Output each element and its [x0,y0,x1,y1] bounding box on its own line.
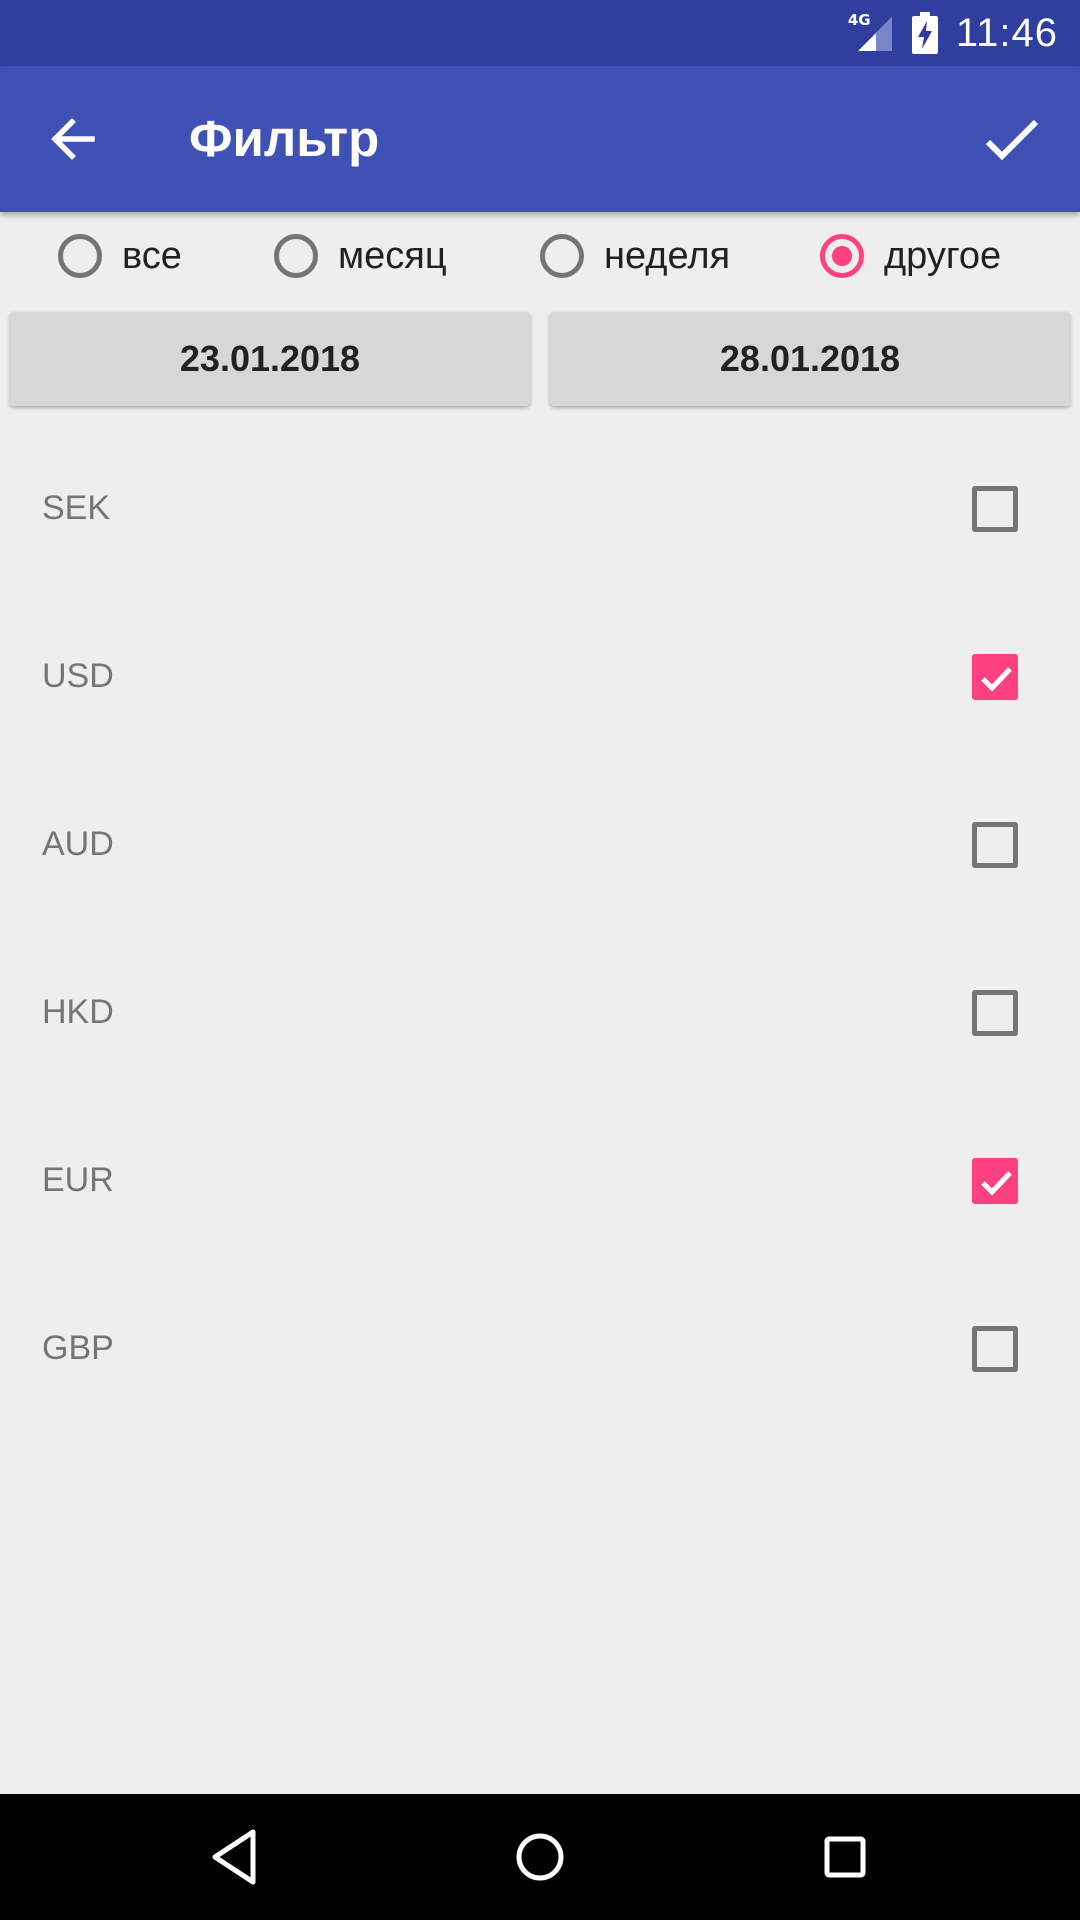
period-radio-group: все месяц неделя другое [0,212,1080,300]
radio-option-week[interactable]: неделя [540,212,730,300]
radio-option-other[interactable]: другое [820,212,1001,300]
radio-button-selected[interactable] [820,234,864,278]
status-time: 11:46 [955,10,1058,55]
currency-row-eur[interactable]: EUR [0,1096,1080,1264]
confirm-button[interactable] [982,112,1042,168]
navigation-bar [0,1794,1080,1920]
radio-button[interactable] [58,234,102,278]
nav-back-button[interactable] [202,1824,268,1890]
check-icon [981,1171,1012,1196]
status-bar: 4G 11:46 [0,0,1080,66]
nav-recents-button[interactable] [812,1824,878,1890]
currency-checkbox[interactable] [972,654,1018,700]
currency-checkbox[interactable] [972,822,1018,868]
currency-label: EUR [42,1161,114,1199]
radio-button[interactable] [540,234,584,278]
battery-charging-icon [911,12,938,54]
currency-checkbox[interactable] [972,1158,1018,1204]
radio-option-all[interactable]: все [58,212,182,300]
back-button[interactable] [44,110,102,168]
radio-label: другое [884,234,1002,277]
arrow-back-icon [51,118,95,160]
currency-label: USD [42,657,114,695]
check-icon [981,667,1012,692]
currency-label: AUD [42,825,114,863]
currency-checkbox[interactable] [972,990,1018,1036]
home-circle-icon [516,1833,564,1881]
radio-button[interactable] [274,234,318,278]
radio-label: все [122,234,182,277]
currency-checkbox[interactable] [972,486,1018,532]
currency-label: SEK [42,489,111,527]
page-title: Фильтр [189,110,380,167]
currency-row-aud[interactable]: AUD [0,760,1080,928]
date-to-button[interactable]: 28.01.2018 [550,312,1070,406]
radio-label: месяц [338,234,447,277]
radio-label: неделя [604,234,731,277]
currency-label: HKD [42,993,114,1031]
back-triangle-icon [212,1829,256,1885]
currency-row-gbp[interactable]: GBP [0,1264,1080,1432]
currency-checkbox[interactable] [972,1326,1018,1372]
currency-row-hkd[interactable]: HKD [0,928,1080,1096]
currency-label: GBP [42,1329,114,1367]
radio-option-month[interactable]: месяц [274,212,447,300]
check-icon [985,119,1039,161]
nav-home-button[interactable] [507,1824,573,1890]
currency-row-sek[interactable]: SEK [0,424,1080,592]
app-bar: Фильтр [0,66,1080,212]
date-from-button[interactable]: 23.01.2018 [10,312,530,406]
signal-icon: 4G [848,11,894,53]
recents-square-icon [824,1836,866,1878]
currency-row-usd[interactable]: USD [0,592,1080,760]
